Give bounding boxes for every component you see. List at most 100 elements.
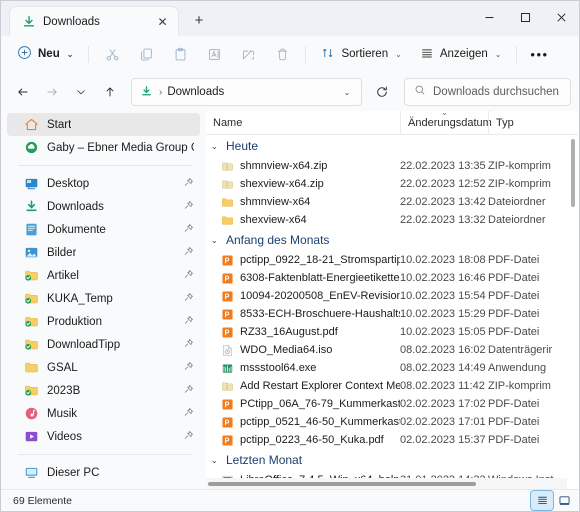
nav-separator [18, 454, 193, 455]
sort-icon [321, 46, 335, 63]
chevron-down-icon[interactable]: ⌄ [337, 88, 357, 97]
horizontal-scrollbar-thumb[interactable] [208, 482, 476, 486]
back-button[interactable] [9, 78, 37, 106]
paste-button[interactable] [164, 40, 196, 68]
up-button[interactable] [96, 78, 124, 106]
table-row[interactable]: mssstool64.exe 08.02.2023 14:49 Anwendung [206, 359, 578, 377]
breadcrumb-current[interactable]: Downloads [167, 86, 224, 98]
sidebar-item-label: Bilder [47, 246, 77, 259]
plus-circle-icon [17, 45, 32, 63]
new-button[interactable]: Neu ⌄ [9, 41, 81, 68]
table-row[interactable]: shmnview-x64 22.02.2023 13:42 Dateiordner [206, 193, 578, 211]
table-row[interactable]: shmnview-x64.zip 22.02.2023 13:35 ZIP-komp… [206, 157, 578, 175]
more-options-button[interactable]: ••• [524, 40, 554, 68]
delete-button[interactable] [266, 40, 298, 68]
sidebar-item-artikel[interactable]: Artikel [7, 264, 200, 287]
item-count: 69 Elemente [13, 494, 72, 507]
minimize-button[interactable] [471, 1, 507, 34]
pdf-icon [221, 434, 234, 447]
file-name: pctipp_0922_18-21_Stromspartipps.pdf [240, 254, 400, 266]
navigation-pane[interactable]: Start Gaby – Ebner Media Group GmbH & Co D… [1, 111, 206, 489]
pin-icon[interactable] [183, 177, 194, 191]
group-header[interactable]: ⌄ Heute [206, 135, 578, 157]
recent-locations-button[interactable] [67, 78, 95, 106]
pin-icon[interactable] [183, 246, 194, 260]
forward-button[interactable] [38, 78, 66, 106]
sidebar-item-produktion[interactable]: Produktion [7, 310, 200, 333]
table-row[interactable]: 10094-20200508_EnEV-Revision2020_DE.p...… [206, 287, 578, 305]
column-header-type[interactable]: Typ [488, 111, 563, 135]
title-bar: Downloads ✕ + [1, 1, 579, 36]
pin-icon[interactable] [183, 407, 194, 421]
chevron-down-icon[interactable]: ⌄ [211, 456, 220, 465]
breadcrumb[interactable]: › Downloads ⌄ [131, 78, 362, 106]
status-bar: 69 Elemente [1, 489, 579, 511]
column-header-name[interactable]: Name [206, 111, 400, 135]
pin-icon[interactable] [183, 223, 194, 237]
copy-button[interactable] [130, 40, 162, 68]
sidebar-item-bilder[interactable]: Bilder [7, 241, 200, 264]
table-row[interactable]: RZ33_16August.pdf 10.02.2023 15:05 PDF-Dat… [206, 323, 578, 341]
horizontal-scrollbar[interactable] [206, 478, 567, 489]
close-icon[interactable]: ✕ [153, 12, 172, 31]
pin-icon[interactable] [183, 269, 194, 283]
pin-icon[interactable] [183, 361, 194, 375]
vertical-scrollbar[interactable] [567, 135, 578, 478]
column-header-date[interactable]: ⌄ Änderungsdatum [400, 111, 492, 135]
sort-button[interactable]: Sortieren ⌄ [313, 41, 409, 68]
table-row[interactable]: pctipp_0223_46-50_Kuka.pdf 02.02.2023 15:… [206, 431, 578, 449]
sidebar-item-downloads[interactable]: Downloads [7, 195, 200, 218]
pin-icon[interactable] [183, 200, 194, 214]
pin-icon[interactable] [183, 315, 194, 329]
group-header[interactable]: ⌄ Anfang des Monats [206, 229, 578, 251]
view-button[interactable]: Anzeigen ⌄ [412, 41, 510, 68]
large-icons-view-button[interactable] [553, 491, 575, 510]
rename-button[interactable] [198, 40, 230, 68]
new-tab-button[interactable]: + [185, 6, 213, 34]
sidebar-item-kuka-temp[interactable]: KUKA_Temp [7, 287, 200, 310]
sidebar-item-musik[interactable]: Musik [7, 402, 200, 425]
sidebar-item-desktop[interactable]: Desktop [7, 172, 200, 195]
table-row[interactable]: shexview-x64.zip 22.02.2023 12:52 ZIP-komp… [206, 175, 578, 193]
table-row[interactable]: PCtipp_06A_76-79_Kummerkasten.pdf02.02.2… [206, 395, 578, 413]
group-header-label: Heute [226, 139, 259, 153]
file-rows[interactable]: ⌄ Heute shmnview-x64.zip 22.02.2023 13:35 ZI… [206, 135, 578, 489]
maximize-button[interactable] [507, 1, 543, 34]
cut-button[interactable] [96, 40, 128, 68]
table-row[interactable]: 8533-ECH-Broschuere-Haushaltsgeraete-...… [206, 305, 578, 323]
sidebar-item-gsal[interactable]: GSAL [7, 356, 200, 379]
sidebar-item-dokumente[interactable]: Dokumente [7, 218, 200, 241]
details-view-button[interactable] [530, 490, 554, 511]
chevron-down-icon[interactable]: ⌄ [211, 236, 220, 245]
table-row[interactable]: shexview-x64 22.02.2023 13:32 Dateiordner [206, 211, 578, 229]
table-row[interactable]: 6308-Faktenblatt-Energieetikette-Wasch..… [206, 269, 578, 287]
group-header[interactable]: ⌄ Letzten Monat [206, 449, 578, 471]
table-row[interactable]: pctipp_0922_18-21_Stromspartipps.pdf10.0… [206, 251, 578, 269]
sidebar-item-downloadtipp[interactable]: DownloadTipp [7, 333, 200, 356]
tab-downloads[interactable]: Downloads ✕ [9, 6, 179, 36]
search-input[interactable]: Downloads durchsuchen [404, 78, 571, 106]
refresh-button[interactable] [367, 78, 397, 106]
close-button[interactable] [543, 1, 579, 34]
sidebar-item-videos[interactable]: Videos [7, 425, 200, 448]
sidebar-item-windows-c[interactable]: Windows (C:) [7, 484, 200, 489]
table-row[interactable]: pctipp_0521_46-50_Kummerkasten.pdf02.02.… [206, 413, 578, 431]
chevron-down-icon[interactable]: ⌄ [211, 142, 220, 151]
pin-icon[interactable] [183, 338, 194, 352]
share-button[interactable] [232, 40, 264, 68]
folder-icon [24, 360, 39, 375]
sidebar-item-gaby-ebner-media-group-gmbh-co[interactable]: Gaby – Ebner Media Group GmbH & Co [7, 136, 200, 159]
sidebar-item-start[interactable]: Start [7, 113, 200, 136]
sidebar-item-dieser-pc[interactable]: Dieser PC [7, 461, 200, 484]
sidebar-item-2023b[interactable]: 2023B [7, 379, 200, 402]
this-pc-icon [24, 465, 39, 480]
drive-icon [40, 488, 55, 489]
table-row[interactable]: WDO_Media64.iso 08.02.2023 16:02 Datenträg… [206, 341, 578, 359]
sidebar-item-label: Artikel [47, 269, 79, 282]
sidebar-item-label: Dokumente [47, 223, 106, 236]
table-row[interactable]: Add Restart Explorer Context Menu in Wi.… [206, 377, 578, 395]
pin-icon[interactable] [183, 292, 194, 306]
pin-icon[interactable] [183, 430, 194, 444]
vertical-scrollbar-thumb[interactable] [571, 139, 575, 207]
pin-icon[interactable] [183, 384, 194, 398]
